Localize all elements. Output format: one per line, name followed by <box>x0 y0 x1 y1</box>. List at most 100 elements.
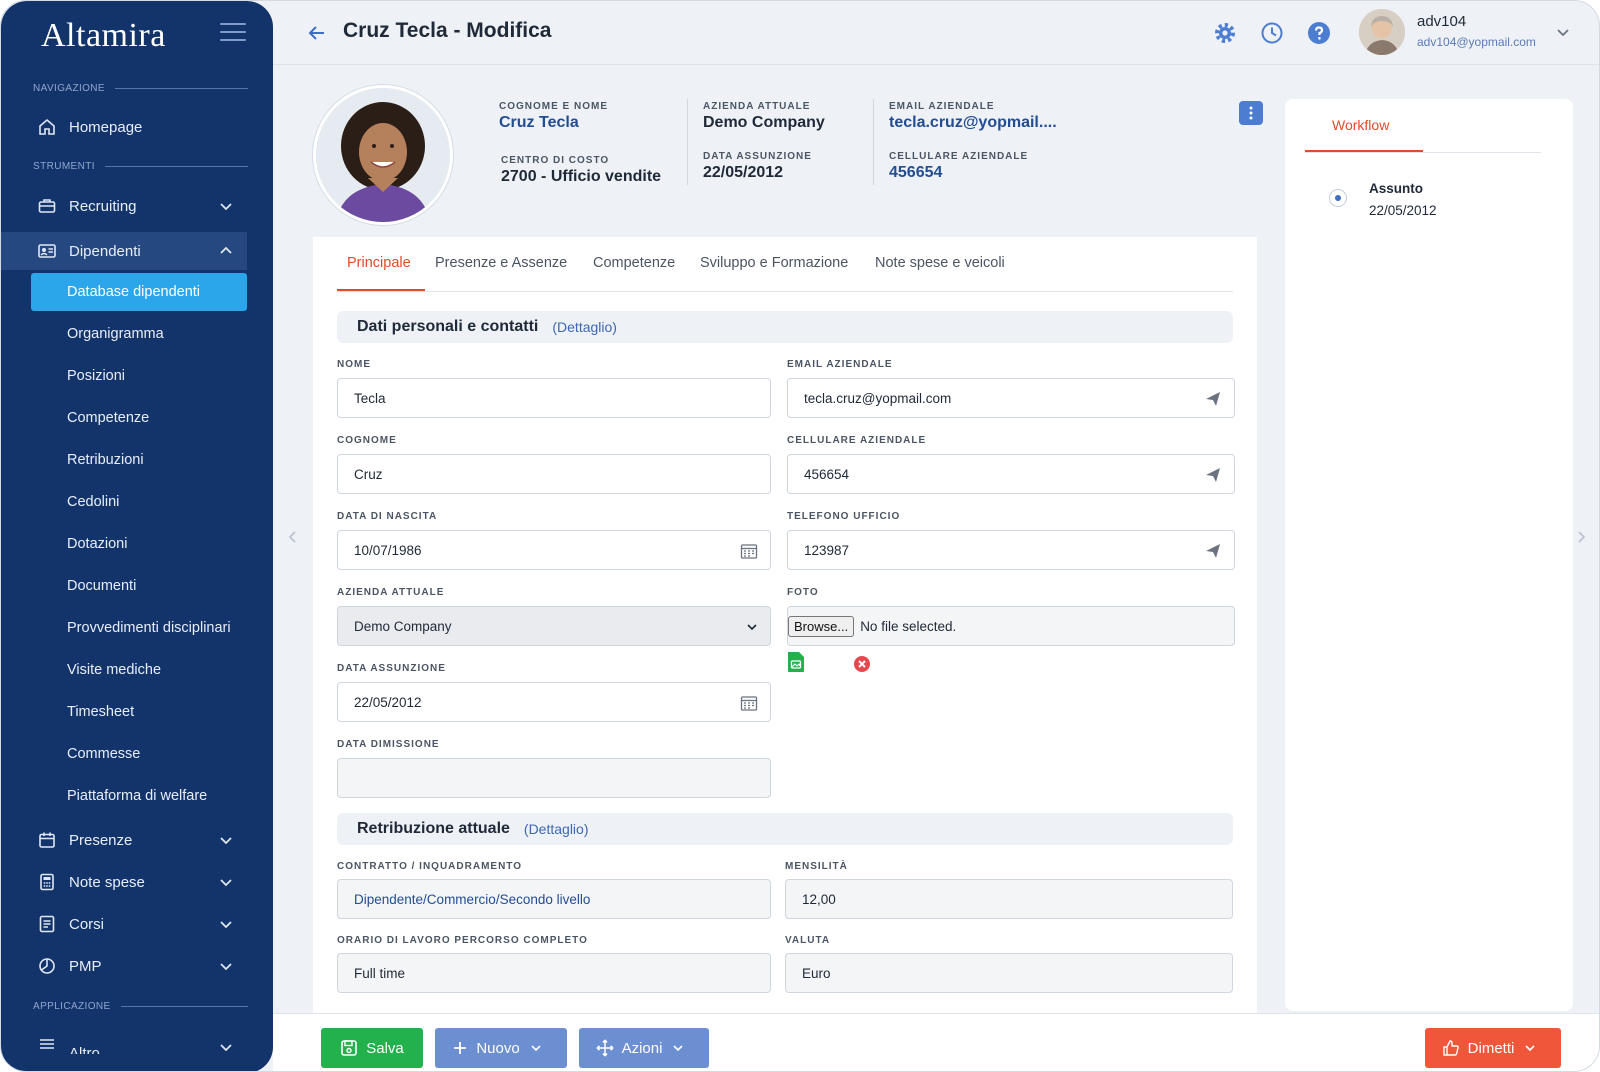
valuta-label: VALUTA <box>785 935 831 946</box>
phone-label: CELLULARE AZIENDALE <box>889 151 1029 162</box>
tab-sviluppo-formazione[interactable]: Sviluppo e Formazione <box>700 255 848 271</box>
sidebar-subitem-dotazioni[interactable]: Dotazioni <box>31 525 247 563</box>
calendar-icon[interactable] <box>740 542 758 560</box>
new-button[interactable]: Nuovo <box>435 1028 567 1068</box>
sidebar-subitem-cedolini[interactable]: Cedolini <box>31 483 247 521</box>
cognome-input[interactable]: Cruz <box>337 454 771 494</box>
foto-file-input[interactable]: Browse... No file selected. <box>787 606 1235 646</box>
workflow-step-date: 22/05/2012 <box>1369 203 1437 218</box>
more-options-button[interactable] <box>1239 101 1263 125</box>
email-aziendale-input[interactable]: tecla.cruz@yopmail.com <box>787 378 1235 418</box>
sidebar-subitem-provvedimenti[interactable]: Provvedimenti disciplinari <box>31 609 247 647</box>
save-button[interactable]: Salva <box>321 1028 423 1068</box>
info-divider <box>687 99 688 185</box>
phone-value[interactable]: 456654 <box>889 164 942 182</box>
workflow-step-radio[interactable] <box>1329 189 1347 207</box>
sidebar-subitem-timesheet[interactable]: Timesheet <box>31 693 247 731</box>
kebab-icon <box>1249 106 1253 120</box>
sidebar-item-corsi[interactable]: Corsi <box>31 905 247 943</box>
sidebar-subitem-organigramma[interactable]: Organigramma <box>31 315 247 353</box>
data-nascita-label: DATA DI NASCITA <box>337 511 438 522</box>
sidebar-item-dipendenti[interactable]: Dipendenti <box>1 232 247 270</box>
section-detail-link[interactable]: (Dettaglio) <box>524 821 589 837</box>
tab-note-spese-veicoli[interactable]: Note spese e veicoli <box>875 255 1005 271</box>
section-label-tools: STRUMENTI <box>33 161 248 172</box>
tabs-divider <box>337 291 1233 292</box>
app-frame: Altamira NAVIGAZIONE Homepage STRUMENTI … <box>0 0 1600 1072</box>
sidebar: Altamira NAVIGAZIONE Homepage STRUMENTI … <box>1 1 273 1071</box>
chevron-down-icon <box>220 963 232 971</box>
employee-photo <box>313 85 453 225</box>
workflow-tab-indicator <box>1305 150 1423 152</box>
mensilita-field[interactable]: 12,00 <box>785 879 1233 919</box>
tab-workflow[interactable]: Workflow <box>1332 117 1389 133</box>
calendar-icon[interactable] <box>740 694 758 712</box>
sidebar-subitem-retribuzioni[interactable]: Retribuzioni <box>31 441 247 479</box>
id-card-icon <box>37 241 57 261</box>
home-icon <box>37 117 57 137</box>
back-arrow-icon[interactable] <box>307 23 327 43</box>
data-assunzione-input[interactable]: 22/05/2012 <box>337 682 771 722</box>
browse-button[interactable]: Browse... <box>788 615 855 637</box>
tab-competenze[interactable]: Competenze <box>593 255 675 271</box>
sidebar-item-note-spese[interactable]: Note spese <box>31 863 247 901</box>
sidebar-subitem-documenti[interactable]: Documenti <box>31 567 247 605</box>
nome-label: NOME <box>337 359 371 370</box>
sidebar-subitem-welfare[interactable]: Piattaforma di welfare <box>31 777 247 815</box>
sidebar-item-homepage[interactable]: Homepage <box>31 108 247 146</box>
telefono-input[interactable]: 123987 <box>787 530 1235 570</box>
chevron-up-icon <box>220 246 232 254</box>
send-icon[interactable] <box>1204 542 1222 560</box>
gear-icon[interactable] <box>1213 21 1237 45</box>
azienda-select[interactable]: Demo Company <box>337 606 771 646</box>
dismiss-button[interactable]: Dimetti <box>1425 1028 1561 1068</box>
chevron-down-icon <box>220 921 232 929</box>
data-dimissione-input[interactable] <box>337 758 771 798</box>
briefcase-icon <box>37 196 57 216</box>
image-file-icon[interactable] <box>787 651 805 673</box>
scroll-left-icon[interactable] <box>287 530 299 544</box>
actions-button[interactable]: Azioni <box>579 1028 709 1068</box>
action-footer: Salva Nuovo Azioni Dimetti <box>273 1013 1599 1071</box>
send-icon[interactable] <box>1204 466 1222 484</box>
sidebar-subitem-commesse[interactable]: Commesse <box>31 735 247 773</box>
name-value: Cruz Tecla <box>499 114 579 131</box>
tab-principale[interactable]: Principale <box>347 255 411 271</box>
telefono-value: 123987 <box>804 542 850 558</box>
sidebar-subitem-competenze[interactable]: Competenze <box>31 399 247 437</box>
pie-chart-icon <box>37 956 57 976</box>
calculator-icon <box>37 872 57 892</box>
valuta-field[interactable]: Euro <box>785 953 1233 993</box>
sidebar-subitem-posizioni[interactable]: Posizioni <box>31 357 247 395</box>
sidebar-item-label: Recruiting <box>69 197 137 215</box>
chevron-down-icon[interactable] <box>1556 25 1570 39</box>
sidebar-item-presenze[interactable]: Presenze <box>31 821 247 859</box>
sidebar-item-recruiting[interactable]: Recruiting <box>31 187 247 225</box>
email-value[interactable]: tecla.cruz@yopmail.... <box>889 114 1057 132</box>
menu-toggle-icon[interactable] <box>220 23 246 43</box>
remove-file-icon[interactable] <box>853 655 871 673</box>
thumbs-up-icon <box>1442 1040 1459 1056</box>
cost-center-label: CENTRO DI COSTO <box>501 155 610 166</box>
sidebar-subitem-database-dipendenti[interactable]: Database dipendenti <box>31 273 247 311</box>
section-detail-link[interactable]: (Dettaglio) <box>552 319 617 335</box>
user-avatar[interactable] <box>1359 9 1405 55</box>
sidebar-item-altro[interactable]: Altro <box>31 1026 247 1054</box>
page-title: Cruz Tecla - Modifica <box>343 19 552 42</box>
clock-icon[interactable] <box>1260 21 1284 45</box>
cellulare-input[interactable]: 456654 <box>787 454 1235 494</box>
name-label: COGNOME E NOME <box>499 101 609 112</box>
help-icon[interactable] <box>1307 21 1331 45</box>
tab-presenze-assenze[interactable]: Presenze e Assenze <box>435 255 567 271</box>
sidebar-item-pmp[interactable]: PMP <box>31 947 247 985</box>
sidebar-subitem-visite-mediche[interactable]: Visite mediche <box>31 651 247 689</box>
contratto-field[interactable]: Dipendente/Commercio/Secondo livello <box>337 879 771 919</box>
main-form-card: Principale Presenze e Assenze Competenze… <box>313 237 1257 1017</box>
telefono-label: TELEFONO UFFICIO <box>787 511 901 522</box>
scroll-right-icon[interactable] <box>1575 530 1587 544</box>
nome-input[interactable]: Tecla <box>337 378 771 418</box>
data-nascita-input[interactable]: 10/07/1986 <box>337 530 771 570</box>
send-icon[interactable] <box>1204 390 1222 408</box>
email-label: EMAIL AZIENDALE <box>889 101 995 112</box>
orario-field[interactable]: Full time <box>337 953 771 993</box>
